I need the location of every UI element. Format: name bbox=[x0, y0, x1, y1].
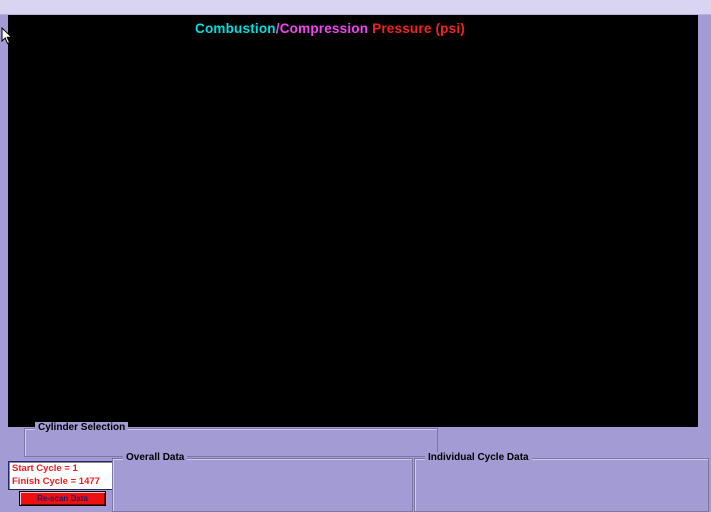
cylinder-selection-group: Cylinder Selection bbox=[24, 422, 438, 457]
overall-data-title: Overall Data bbox=[123, 452, 188, 463]
pressure-chart bbox=[8, 15, 698, 427]
rescan-data-button[interactable]: Re-scan Data bbox=[19, 491, 106, 506]
individual-cycle-data-title: Individual Cycle Data bbox=[425, 452, 532, 463]
app-window: Combustion/Compression Pressure (psi) Cy… bbox=[0, 0, 711, 512]
mouse-cursor bbox=[1, 27, 13, 45]
overall-data-group: Overall Data bbox=[112, 452, 413, 512]
individual-cycle-data-group: Individual Cycle Data bbox=[414, 452, 709, 512]
chart-panel: Combustion/Compression Pressure (psi) bbox=[8, 15, 698, 427]
start-cycle-text: Start Cycle = 1 bbox=[12, 463, 78, 474]
menu-bar bbox=[0, 0, 711, 15]
finish-cycle-text: Finish Cycle = 1477 bbox=[12, 476, 100, 487]
cycle-range-box: Start Cycle = 1 Finish Cycle = 1477 bbox=[8, 461, 114, 490]
cylinder-selection-title: Cylinder Selection bbox=[35, 422, 129, 433]
